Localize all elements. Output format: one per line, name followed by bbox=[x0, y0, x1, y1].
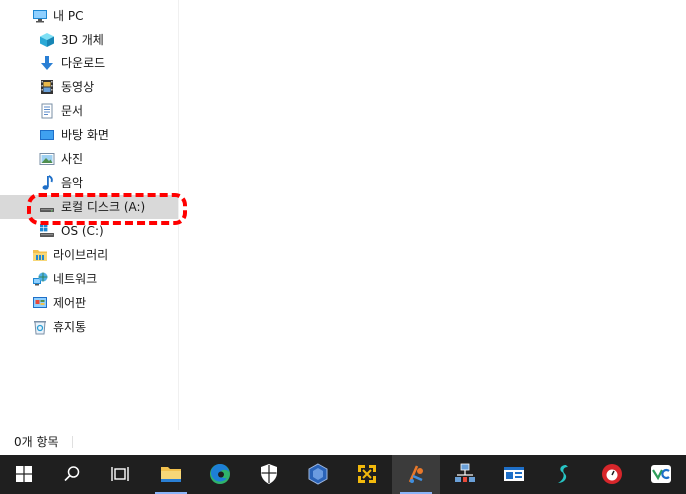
file-explorer-taskbar-button[interactable] bbox=[147, 455, 195, 494]
yellow-arrows-taskbar-button[interactable] bbox=[343, 455, 391, 494]
yellow-arrows-app-icon bbox=[358, 465, 376, 483]
nav-item-control-panel[interactable]: 제어판 bbox=[0, 291, 178, 315]
window-app-icon bbox=[504, 467, 524, 481]
window-app-taskbar-button[interactable] bbox=[490, 455, 538, 494]
red-circle-app-icon bbox=[602, 464, 622, 484]
downloads-icon bbox=[39, 55, 55, 71]
documents-icon bbox=[39, 103, 55, 119]
status-divider bbox=[72, 436, 73, 448]
nav-item-music[interactable]: 음악 bbox=[0, 171, 178, 195]
nav-item-videos[interactable]: 동영상 bbox=[0, 75, 178, 99]
os-drive-icon bbox=[39, 223, 55, 239]
network-tool-taskbar-button[interactable] bbox=[441, 455, 489, 494]
control-panel-icon bbox=[32, 295, 48, 311]
recycle-bin-icon bbox=[32, 319, 48, 335]
desktop-icon bbox=[39, 127, 55, 143]
music-icon bbox=[39, 175, 55, 191]
navigation-pane[interactable]: 내 PC 3D 개체 다운로드 동영상 문서 바탕 화면 사진 음악 로컬 디스… bbox=[0, 0, 187, 430]
nav-item-libraries[interactable]: 라이브러리 bbox=[0, 243, 178, 267]
videos-icon bbox=[39, 79, 55, 95]
start-button[interactable] bbox=[0, 455, 48, 494]
nav-item-label: 다운로드 bbox=[61, 56, 106, 70]
this-pc-icon bbox=[32, 8, 48, 24]
network-tool-icon bbox=[455, 463, 475, 482]
nav-item-label: OS (C:) bbox=[61, 224, 104, 238]
nav-item-label: 네트워크 bbox=[53, 272, 98, 286]
windows-start-icon bbox=[16, 466, 32, 482]
nav-item-documents[interactable]: 문서 bbox=[0, 99, 178, 123]
nav-item-label: 라이브러리 bbox=[53, 248, 109, 262]
nav-item-label: 음악 bbox=[61, 176, 84, 190]
git-app-icon bbox=[408, 465, 423, 483]
security-taskbar-button[interactable] bbox=[245, 455, 293, 494]
nav-item-downloads[interactable]: 다운로드 bbox=[0, 51, 178, 75]
vc-taskbar-button[interactable] bbox=[637, 455, 685, 494]
search-button[interactable] bbox=[48, 455, 96, 494]
nav-item-label: 로컬 디스크 (A:) bbox=[61, 200, 146, 214]
nav-item-label: 내 PC bbox=[53, 9, 84, 23]
nav-item-local-disk-a[interactable]: 로컬 디스크 (A:) bbox=[0, 195, 178, 219]
3d-objects-icon bbox=[39, 32, 55, 48]
search-icon bbox=[64, 466, 80, 482]
surfshark-icon bbox=[558, 465, 568, 483]
surfshark-taskbar-button[interactable] bbox=[539, 455, 587, 494]
network-icon bbox=[32, 271, 48, 287]
file-explorer-window: 내 PC 3D 개체 다운로드 동영상 문서 바탕 화면 사진 음악 로컬 디스… bbox=[0, 0, 686, 455]
security-shield-icon bbox=[261, 464, 277, 484]
task-view-button[interactable] bbox=[96, 455, 144, 494]
nav-item-label: 문서 bbox=[61, 104, 84, 118]
libraries-icon bbox=[32, 247, 48, 263]
red-circle-taskbar-button[interactable] bbox=[588, 455, 636, 494]
edge-icon bbox=[210, 463, 230, 484]
nav-item-label: 바탕 화면 bbox=[61, 128, 109, 142]
task-view-icon bbox=[111, 467, 129, 481]
virtualbox-taskbar-button[interactable] bbox=[294, 455, 342, 494]
status-bar: 0개 항목 bbox=[0, 430, 686, 455]
nav-item-label: 휴지통 bbox=[53, 320, 87, 334]
file-explorer-icon bbox=[161, 467, 181, 482]
virtualbox-icon bbox=[308, 463, 328, 485]
nav-item-desktop[interactable]: 바탕 화면 bbox=[0, 123, 178, 147]
nav-item-os-c[interactable]: OS (C:) bbox=[0, 219, 178, 243]
taskbar bbox=[0, 455, 686, 494]
nav-item-recycle-bin[interactable]: 휴지통 bbox=[0, 315, 178, 339]
nav-item-label: 3D 개체 bbox=[61, 33, 104, 47]
nav-item-label: 동영상 bbox=[61, 80, 95, 94]
content-pane[interactable] bbox=[179, 0, 686, 430]
item-count: 0개 항목 bbox=[14, 435, 59, 449]
drive-icon bbox=[39, 199, 55, 215]
vc-app-icon bbox=[651, 465, 671, 483]
nav-item-network[interactable]: 네트워크 bbox=[0, 267, 178, 291]
edge-taskbar-button[interactable] bbox=[196, 455, 244, 494]
nav-item-label: 사진 bbox=[61, 152, 84, 166]
nav-item-label: 제어판 bbox=[53, 296, 87, 310]
nav-item-this-pc[interactable]: 내 PC bbox=[0, 4, 178, 28]
nav-item-3d-objects[interactable]: 3D 개체 bbox=[0, 28, 178, 52]
nav-item-pictures[interactable]: 사진 bbox=[0, 147, 178, 171]
git-taskbar-button[interactable] bbox=[392, 455, 440, 494]
pictures-icon bbox=[39, 151, 55, 167]
